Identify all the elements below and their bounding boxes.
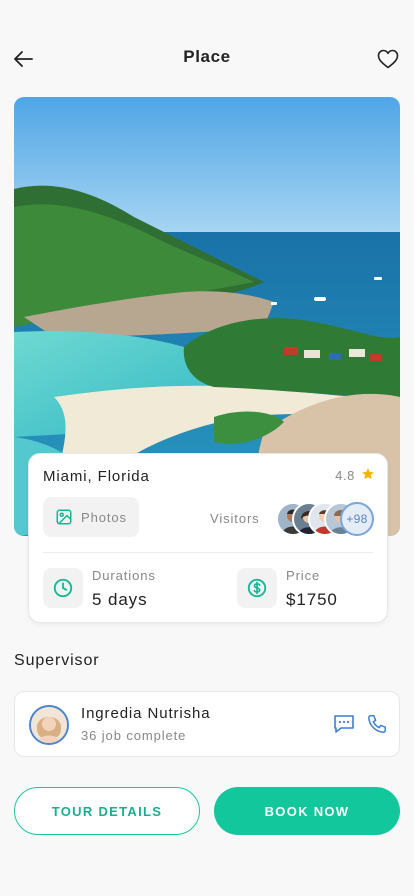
chat-icon xyxy=(334,715,354,733)
price-value: $1750 xyxy=(286,590,338,609)
book-now-button[interactable]: BOOK NOW xyxy=(214,787,400,835)
supervisor-avatar xyxy=(29,705,69,745)
image-icon xyxy=(55,508,73,526)
clock-icon xyxy=(53,578,73,598)
divider xyxy=(43,552,373,553)
star-icon xyxy=(362,468,374,480)
tour-details-button[interactable]: TOUR DETAILS xyxy=(14,787,200,835)
photos-button[interactable]: Photos xyxy=(43,497,139,537)
message-button[interactable] xyxy=(331,711,357,737)
supervisor-name: Ingredia Nutrisha xyxy=(81,705,211,722)
duration-value: 5 days xyxy=(92,590,148,609)
place-name: Miami, Florida xyxy=(43,468,150,485)
photos-label: Photos xyxy=(81,509,127,525)
phone-icon xyxy=(368,715,386,733)
duration-icon-box xyxy=(43,568,83,608)
dollar-icon xyxy=(247,578,267,598)
favorite-button[interactable] xyxy=(374,45,402,73)
visitor-avatars[interactable]: +98 xyxy=(276,502,374,536)
supervisor-section-title: Supervisor xyxy=(14,652,100,669)
call-button[interactable] xyxy=(364,711,390,737)
place-rating: 4.8 xyxy=(335,468,355,483)
supervisor-card[interactable]: Ingredia Nutrisha 36 job complete xyxy=(14,691,400,757)
place-info-card: Miami, Florida 4.8 Photos Visitors +98 D… xyxy=(28,453,388,623)
duration-label: Durations xyxy=(92,568,156,583)
supervisor-jobs: 36 job complete xyxy=(81,728,187,743)
price-icon-box xyxy=(237,568,277,608)
heart-outline-icon xyxy=(377,49,399,69)
more-visitors-badge[interactable]: +98 xyxy=(340,502,374,536)
price-label: Price xyxy=(286,568,321,583)
visitors-label: Visitors xyxy=(210,511,260,526)
page-title: Place xyxy=(183,47,231,66)
